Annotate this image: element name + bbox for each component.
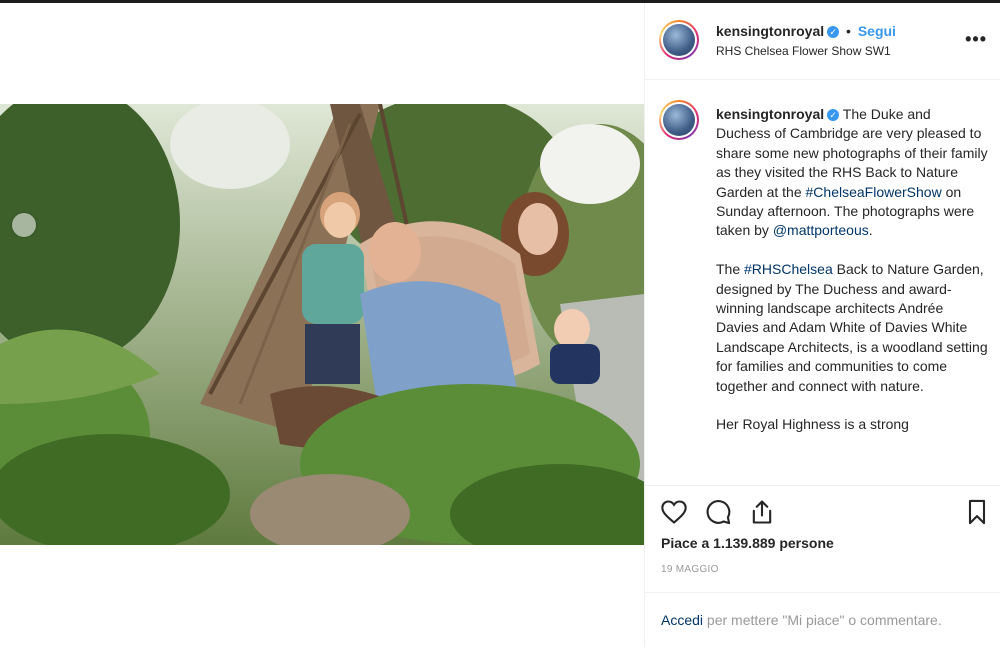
- media-pane: [0, 3, 644, 647]
- avatar[interactable]: [659, 20, 699, 60]
- caption-paragraph-1: kensingtonroyal ✓ The Duke and Duchess of…: [716, 105, 988, 241]
- caption-avatar[interactable]: [659, 100, 699, 140]
- dot-separator: •: [846, 23, 851, 39]
- share-icon[interactable]: [748, 498, 776, 526]
- comment-icon[interactable]: [704, 498, 732, 526]
- hashtag-link[interactable]: #RHSChelsea: [744, 261, 833, 277]
- login-text: Accedi per mettere "Mi piace" o commenta…: [661, 612, 942, 628]
- heart-icon[interactable]: [660, 498, 688, 526]
- caption-text-segment: Back to Nature Garden, designed by The D…: [716, 261, 988, 394]
- username-link[interactable]: kensingtonroyal: [716, 23, 824, 39]
- verified-badge-icon: ✓: [827, 26, 840, 38]
- caption-paragraph-2: The #RHSChelsea Back to Nature Garden, d…: [716, 260, 988, 396]
- more-options-icon[interactable]: •••: [965, 29, 987, 50]
- login-link[interactable]: Accedi: [661, 612, 703, 628]
- caption-text-segment: The: [716, 261, 745, 278]
- caption-text: kensingtonroyal ✓ The Duke and Duchess of…: [716, 105, 988, 454]
- caption-paragraph-3: Her Royal Highness is a strong: [716, 416, 909, 433]
- post-header: kensingtonroyal ✓ • Segui RHS Chelsea Flo…: [645, 3, 1000, 80]
- likes-count[interactable]: Piace a 1.139.889 persone: [661, 535, 834, 551]
- post-photo[interactable]: [0, 104, 644, 545]
- login-prompt: Accedi per mettere "Mi piace" o commenta…: [645, 592, 1000, 649]
- caption-area[interactable]: kensingtonroyal ✓ The Duke and Duchess of…: [645, 80, 1000, 483]
- caption-username-link[interactable]: kensingtonroyal: [716, 106, 824, 122]
- login-rest-text: per mettere "Mi piace" o commentare.: [703, 612, 942, 628]
- carousel-prev-icon[interactable]: [12, 213, 36, 237]
- mention-link[interactable]: @mattporteous: [773, 222, 869, 238]
- header-line: kensingtonroyal ✓ • Segui: [716, 23, 896, 39]
- location-link[interactable]: RHS Chelsea Flower Show SW1: [716, 44, 891, 58]
- actions-section: Piace a 1.139.889 persone 19 MAGGIO Acce…: [645, 485, 1000, 648]
- post-date: 19 MAGGIO: [661, 564, 719, 575]
- post-sidebar: kensingtonroyal ✓ • Segui RHS Chelsea Flo…: [644, 3, 1000, 647]
- follow-button[interactable]: Segui: [858, 23, 896, 39]
- verified-badge-icon: ✓: [827, 109, 840, 121]
- caption-text-segment: .: [868, 222, 873, 239]
- hashtag-link[interactable]: #ChelseaFlowerShow: [806, 184, 942, 200]
- bookmark-icon[interactable]: [963, 498, 991, 526]
